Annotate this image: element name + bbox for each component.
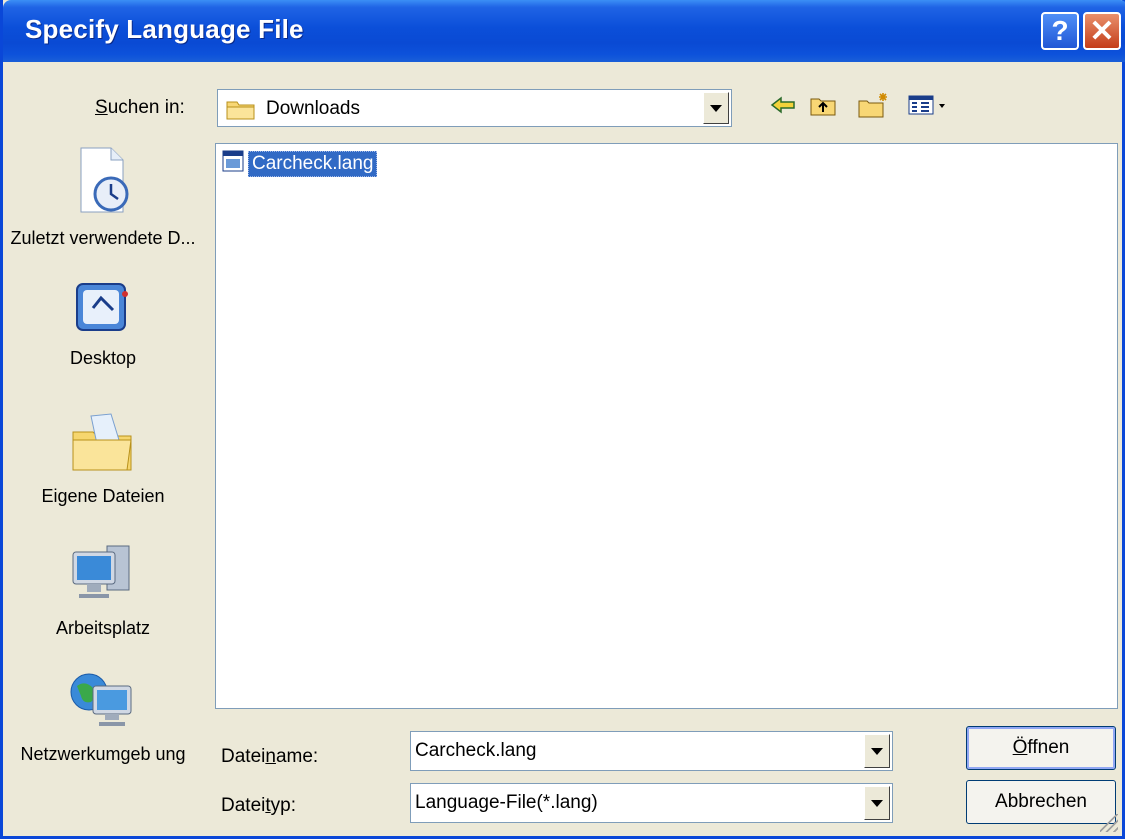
list-item[interactable]: Carcheck.lang (222, 150, 378, 177)
filetype-dropdown[interactable]: Language-File(*.lang) (410, 783, 893, 823)
file-name: Carcheck.lang (248, 150, 378, 177)
cancel-button[interactable]: Abbrechen (966, 780, 1116, 824)
places-item-network[interactable]: Netzwerkumgeb ung (3, 668, 203, 765)
folder-icon (226, 98, 256, 125)
close-button[interactable]: ✕ (1083, 12, 1121, 50)
places-item-my-documents[interactable]: Eigene Dateien (3, 410, 203, 507)
open-file-dialog: Specify Language File ? ✕ Suchen in: Dow… (0, 0, 1125, 839)
filename-value: Carcheck.lang (415, 740, 537, 761)
look-in-value: Downloads (266, 98, 360, 119)
filename-input[interactable]: Carcheck.lang (410, 731, 893, 771)
chevron-down-icon[interactable] (864, 786, 890, 820)
resize-grip[interactable] (1100, 814, 1118, 832)
desktop-icon (3, 280, 203, 341)
look-in-dropdown[interactable]: Downloads (217, 89, 732, 127)
places-item-desktop[interactable]: Desktop (3, 280, 203, 369)
filetype-value: Language-File(*.lang) (415, 792, 598, 813)
filename-label: Dateiname: (221, 746, 319, 767)
my-documents-icon (3, 410, 203, 479)
places-bar: Zuletzt verwendete D... Desktop Eigene D… (3, 138, 203, 798)
chevron-down-icon[interactable] (703, 92, 729, 124)
my-computer-icon (3, 542, 203, 611)
file-list[interactable]: Carcheck.lang (215, 143, 1118, 709)
lang-file-icon (222, 150, 244, 177)
chevron-down-icon[interactable] (864, 734, 890, 768)
places-item-my-computer[interactable]: Arbeitsplatz (3, 542, 203, 639)
network-icon (3, 668, 203, 737)
title-bar[interactable]: Specify Language File ? ✕ (3, 0, 1125, 62)
open-button[interactable]: Öffnen (966, 726, 1116, 770)
back-icon[interactable] (768, 90, 798, 120)
look-in-label: Suchen in: (95, 97, 185, 118)
help-button[interactable]: ? (1041, 12, 1079, 50)
up-folder-icon[interactable] (808, 90, 838, 120)
recent-documents-icon (3, 144, 203, 221)
dialog-title: Specify Language File (25, 14, 304, 44)
view-menu-icon[interactable] (906, 90, 954, 120)
places-item-recent[interactable]: Zuletzt verwendete D... (3, 144, 203, 249)
new-folder-icon[interactable] (856, 90, 892, 120)
filetype-label: Dateityp: (221, 795, 296, 816)
